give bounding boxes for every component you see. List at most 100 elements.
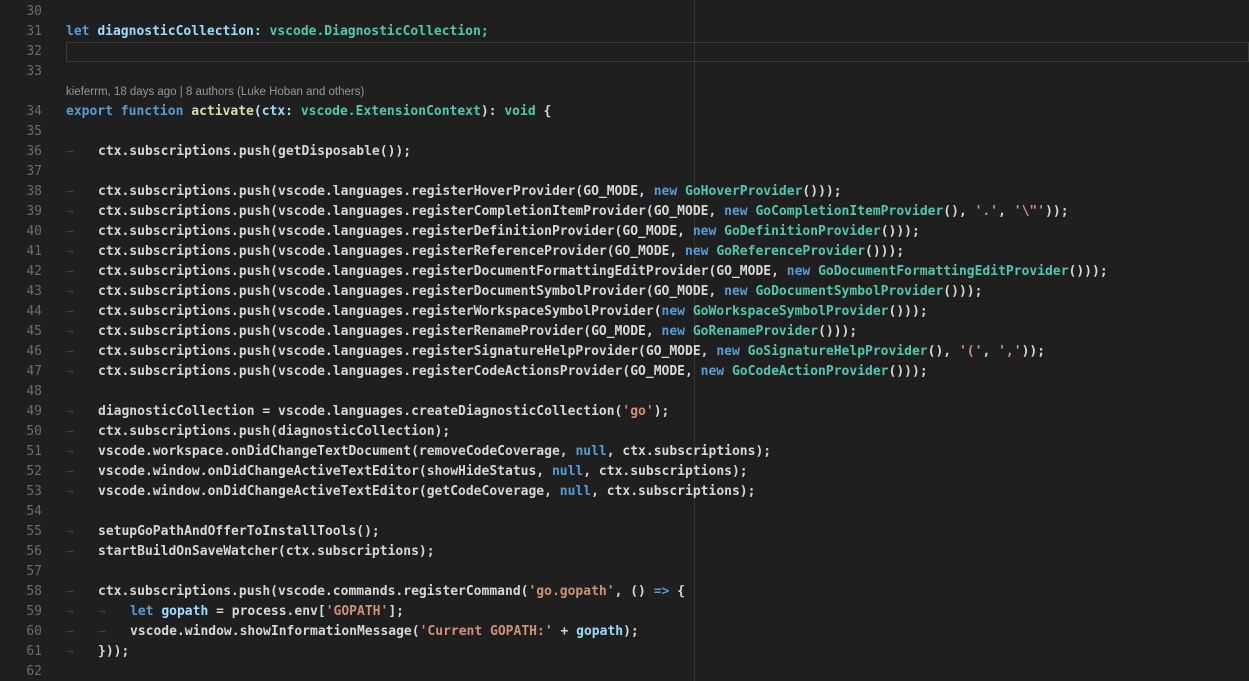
- tab-whitespace-arrow-icon: →: [66, 602, 98, 622]
- line-number[interactable]: 60: [0, 622, 56, 642]
- tab-whitespace-arrow-icon: →: [66, 202, 98, 222]
- line-number[interactable]: 55: [0, 522, 56, 542]
- line-number[interactable]: 58: [0, 582, 56, 602]
- code-line[interactable]: 32: [0, 42, 1249, 62]
- code-token: '.': [975, 204, 998, 219]
- code-token: ctx.subscriptions.push(getDisposable());: [98, 144, 411, 159]
- code-line[interactable]: 54: [0, 502, 1249, 522]
- line-number[interactable]: 52: [0, 462, 56, 482]
- line-number[interactable]: 57: [0, 562, 56, 582]
- code-line[interactable]: 61→}));: [0, 642, 1249, 662]
- code-line[interactable]: 38→ctx.subscriptions.push(vscode.languag…: [0, 182, 1249, 202]
- code-token: }));: [98, 644, 129, 659]
- code-line[interactable]: 51→vscode.workspace.onDidChangeTextDocum…: [0, 442, 1249, 462]
- line-number[interactable]: 59: [0, 602, 56, 622]
- line-number-empty: [0, 82, 56, 102]
- line-number[interactable]: 40: [0, 222, 56, 242]
- code-line[interactable]: 46→ctx.subscriptions.push(vscode.languag…: [0, 342, 1249, 362]
- line-number[interactable]: 38: [0, 182, 56, 202]
- code-line[interactable]: 47→ctx.subscriptions.push(vscode.languag…: [0, 362, 1249, 382]
- code-line[interactable]: 49→diagnosticCollection = vscode.languag…: [0, 402, 1249, 422]
- code-line[interactable]: 62: [0, 662, 1249, 681]
- code-token: ];: [388, 604, 404, 619]
- code-line[interactable]: 30: [0, 2, 1249, 22]
- line-number[interactable]: 50: [0, 422, 56, 442]
- code-line[interactable]: 40→ctx.subscriptions.push(vscode.languag…: [0, 222, 1249, 242]
- line-number[interactable]: 51: [0, 442, 56, 462]
- line-number[interactable]: 35: [0, 122, 56, 142]
- code-token: void: [504, 104, 535, 119]
- code-line[interactable]: 48: [0, 382, 1249, 402]
- line-number[interactable]: 36: [0, 142, 56, 162]
- line-number[interactable]: 62: [0, 662, 56, 681]
- line-number[interactable]: 45: [0, 322, 56, 342]
- code-line-text: [56, 662, 1249, 681]
- code-token: vscode.workspace.onDidChangeTextDocument…: [98, 444, 575, 459]
- code-line[interactable]: 55→setupGoPathAndOfferToInstallTools();: [0, 522, 1249, 542]
- code-line[interactable]: 42→ctx.subscriptions.push(vscode.languag…: [0, 262, 1249, 282]
- code-token: new: [654, 184, 685, 199]
- code-line[interactable]: 43→ctx.subscriptions.push(vscode.languag…: [0, 282, 1249, 302]
- tab-whitespace-arrow-icon: →: [66, 582, 98, 602]
- code-line-text: →→vscode.window.showInformationMessage('…: [56, 622, 1249, 642]
- code-line[interactable]: 59→→let gopath = process.env['GOPATH'];: [0, 602, 1249, 622]
- code-token: 'go.gopath': [528, 584, 614, 599]
- code-line[interactable]: 44→ctx.subscriptions.push(vscode.languag…: [0, 302, 1249, 322]
- code-token: let: [130, 604, 161, 619]
- code-line[interactable]: 57: [0, 562, 1249, 582]
- code-line[interactable]: 50→ctx.subscriptions.push(diagnosticColl…: [0, 422, 1249, 442]
- line-number[interactable]: 42: [0, 262, 56, 282]
- line-number[interactable]: 61: [0, 642, 56, 662]
- tab-whitespace-arrow-icon: →: [66, 522, 98, 542]
- line-number[interactable]: 54: [0, 502, 56, 522]
- line-number[interactable]: 46: [0, 342, 56, 362]
- code-line[interactable]: 39→ctx.subscriptions.push(vscode.languag…: [0, 202, 1249, 222]
- line-number[interactable]: 39: [0, 202, 56, 222]
- code-line[interactable]: 37: [0, 162, 1249, 182]
- code-line[interactable]: 31let diagnosticCollection: vscode.Diagn…: [0, 22, 1249, 42]
- line-number[interactable]: 47: [0, 362, 56, 382]
- line-number[interactable]: 37: [0, 162, 56, 182]
- tab-whitespace-arrow-icon: →: [66, 222, 98, 242]
- code-line[interactable]: 52→vscode.window.onDidChangeActiveTextEd…: [0, 462, 1249, 482]
- code-line[interactable]: 45→ctx.subscriptions.push(vscode.languag…: [0, 322, 1249, 342]
- code-line[interactable]: 53→vscode.window.onDidChangeActiveTextEd…: [0, 482, 1249, 502]
- line-number[interactable]: 41: [0, 242, 56, 262]
- code-token: ,: [998, 204, 1014, 219]
- line-number[interactable]: 53: [0, 482, 56, 502]
- code-token: {: [669, 584, 685, 599]
- line-number[interactable]: 56: [0, 542, 56, 562]
- line-number[interactable]: 32: [0, 42, 56, 62]
- code-line[interactable]: 35: [0, 122, 1249, 142]
- code-token: +: [553, 624, 576, 639]
- line-number[interactable]: 33: [0, 62, 56, 82]
- code-line[interactable]: 33: [0, 62, 1249, 82]
- code-token: GoSignatureHelpProvider: [748, 344, 928, 359]
- line-number[interactable]: 48: [0, 382, 56, 402]
- code-line[interactable]: 41→ctx.subscriptions.push(vscode.languag…: [0, 242, 1249, 262]
- code-line-text: →}));: [56, 642, 1249, 662]
- git-blame-annotation-row: kieferrm, 18 days ago | 8 authors (Luke …: [0, 82, 1249, 102]
- code-line-text: [56, 122, 1249, 142]
- line-number[interactable]: 30: [0, 2, 56, 22]
- git-blame-annotation[interactable]: kieferrm, 18 days ago | 8 authors (Luke …: [56, 82, 1249, 102]
- code-line[interactable]: 36→ctx.subscriptions.push(getDisposable(…: [0, 142, 1249, 162]
- code-editor[interactable]: 3031let diagnosticCollection: vscode.Dia…: [0, 0, 1249, 681]
- code-line-text: →ctx.subscriptions.push(vscode.languages…: [56, 302, 1249, 322]
- line-number[interactable]: 31: [0, 22, 56, 42]
- code-line[interactable]: 60→→vscode.window.showInformationMessage…: [0, 622, 1249, 642]
- line-number[interactable]: 49: [0, 402, 56, 422]
- code-token: 'go': [622, 404, 653, 419]
- code-token: (),: [943, 204, 974, 219]
- line-number[interactable]: 44: [0, 302, 56, 322]
- line-number[interactable]: 43: [0, 282, 56, 302]
- code-line[interactable]: 56→startBuildOnSaveWatcher(ctx.subscript…: [0, 542, 1249, 562]
- code-token: GoDefinitionProvider: [724, 224, 881, 239]
- line-number[interactable]: 34: [0, 102, 56, 122]
- code-line-text: →vscode.window.onDidChangeActiveTextEdit…: [56, 462, 1249, 482]
- code-line-text: →vscode.workspace.onDidChangeTextDocumen…: [56, 442, 1249, 462]
- code-token: ,: [982, 344, 998, 359]
- code-token: ctx.subscriptions.push(vscode.commands.r…: [98, 584, 528, 599]
- code-line[interactable]: 34export function activate(ctx: vscode.E…: [0, 102, 1249, 122]
- code-line[interactable]: 58 →ctx.subscriptions.push(vscode.command…: [0, 582, 1249, 602]
